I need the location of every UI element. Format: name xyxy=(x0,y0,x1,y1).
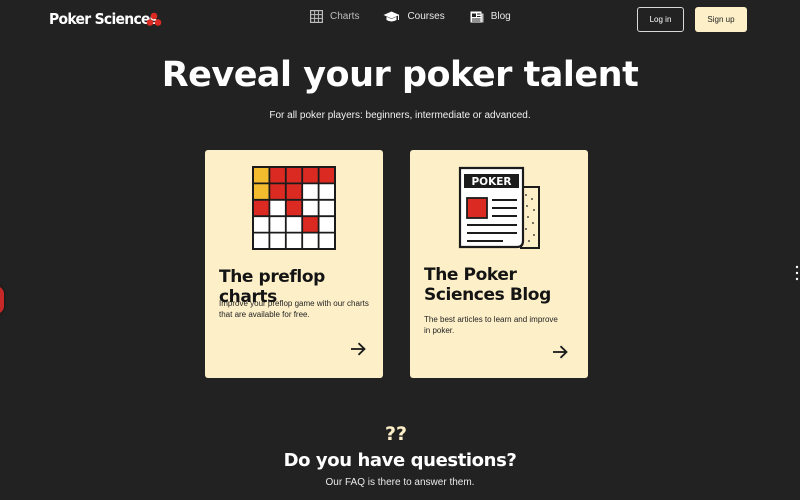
faq-subtitle: Our FAQ is there to answer them. xyxy=(325,477,475,488)
preflop-cell xyxy=(285,183,303,200)
preflop-cell xyxy=(318,216,335,233)
blog-card[interactable]: POKER The Poker Sciences Blog The best a… xyxy=(410,150,588,378)
preflop-cell xyxy=(253,167,270,184)
preflop-cell xyxy=(269,167,286,184)
main-nav: Charts Courses Blog xyxy=(310,10,511,23)
arrow-right-icon xyxy=(553,345,568,359)
site-header: Poker Sciences Charts Courses Blog Log i… xyxy=(0,0,800,40)
preflop-cell xyxy=(269,183,286,200)
newspaper-illustration: POKER xyxy=(458,166,540,249)
nav-blog[interactable]: Blog xyxy=(470,11,511,23)
signup-button[interactable]: Sign up xyxy=(695,7,747,32)
nav-courses-label: Courses xyxy=(407,11,445,22)
preflop-charts-description: Improve your preflop game with our chart… xyxy=(219,299,369,319)
faq-title: Do you have questions? xyxy=(283,450,517,471)
preflop-cell xyxy=(269,216,286,233)
preflop-cell xyxy=(285,216,303,233)
preflop-cell xyxy=(285,167,303,184)
logo-text: Poker Sciences xyxy=(49,10,158,28)
hero-title: Reveal your poker talent xyxy=(161,55,639,95)
three-dots-logo-icon xyxy=(146,12,162,26)
preflop-cell xyxy=(318,199,335,217)
preflop-cell xyxy=(253,232,270,249)
preflop-cell xyxy=(302,183,319,200)
preflop-cell xyxy=(285,199,303,217)
preflop-cell xyxy=(269,199,286,217)
graduation-cap-icon xyxy=(383,11,400,21)
blog-card-title: The Poker Sciences Blog xyxy=(424,265,551,305)
preflop-cell xyxy=(302,199,319,217)
svg-text:??: ?? xyxy=(385,423,407,443)
grid-icon xyxy=(310,10,323,23)
nav-blog-label: Blog xyxy=(490,11,511,22)
blog-card-description: The best articles to learn and improve i… xyxy=(424,315,558,335)
preflop-cell xyxy=(302,232,319,249)
preflop-grid-illustration xyxy=(252,166,336,250)
login-button[interactable]: Log in xyxy=(637,7,684,32)
nav-charts[interactable]: Charts xyxy=(310,10,359,23)
question-marks-icon: ?? xyxy=(385,423,407,443)
preflop-cell xyxy=(302,216,319,233)
newspaper-icon xyxy=(470,11,484,22)
nav-courses[interactable]: Courses xyxy=(383,11,445,23)
hero-subtitle: For all poker players: beginners, interm… xyxy=(269,110,531,121)
preflop-cell xyxy=(318,183,335,200)
preflop-cell xyxy=(302,167,319,184)
logo[interactable]: Poker Sciences xyxy=(49,10,169,28)
newspaper-heading: POKER xyxy=(471,176,511,188)
preflop-cell xyxy=(269,232,286,249)
preflop-cell xyxy=(253,183,270,200)
arrow-right-icon xyxy=(351,342,366,356)
poker-chip-decoration xyxy=(0,286,4,314)
dots-decoration xyxy=(795,265,799,281)
preflop-cell xyxy=(253,216,270,233)
preflop-cell xyxy=(318,167,335,184)
preflop-cell xyxy=(253,199,270,217)
preflop-cell xyxy=(318,232,335,249)
preflop-charts-card[interactable]: The preflop charts Improve your preflop … xyxy=(205,150,383,378)
preflop-cell xyxy=(285,232,303,249)
nav-charts-label: Charts xyxy=(330,11,360,22)
